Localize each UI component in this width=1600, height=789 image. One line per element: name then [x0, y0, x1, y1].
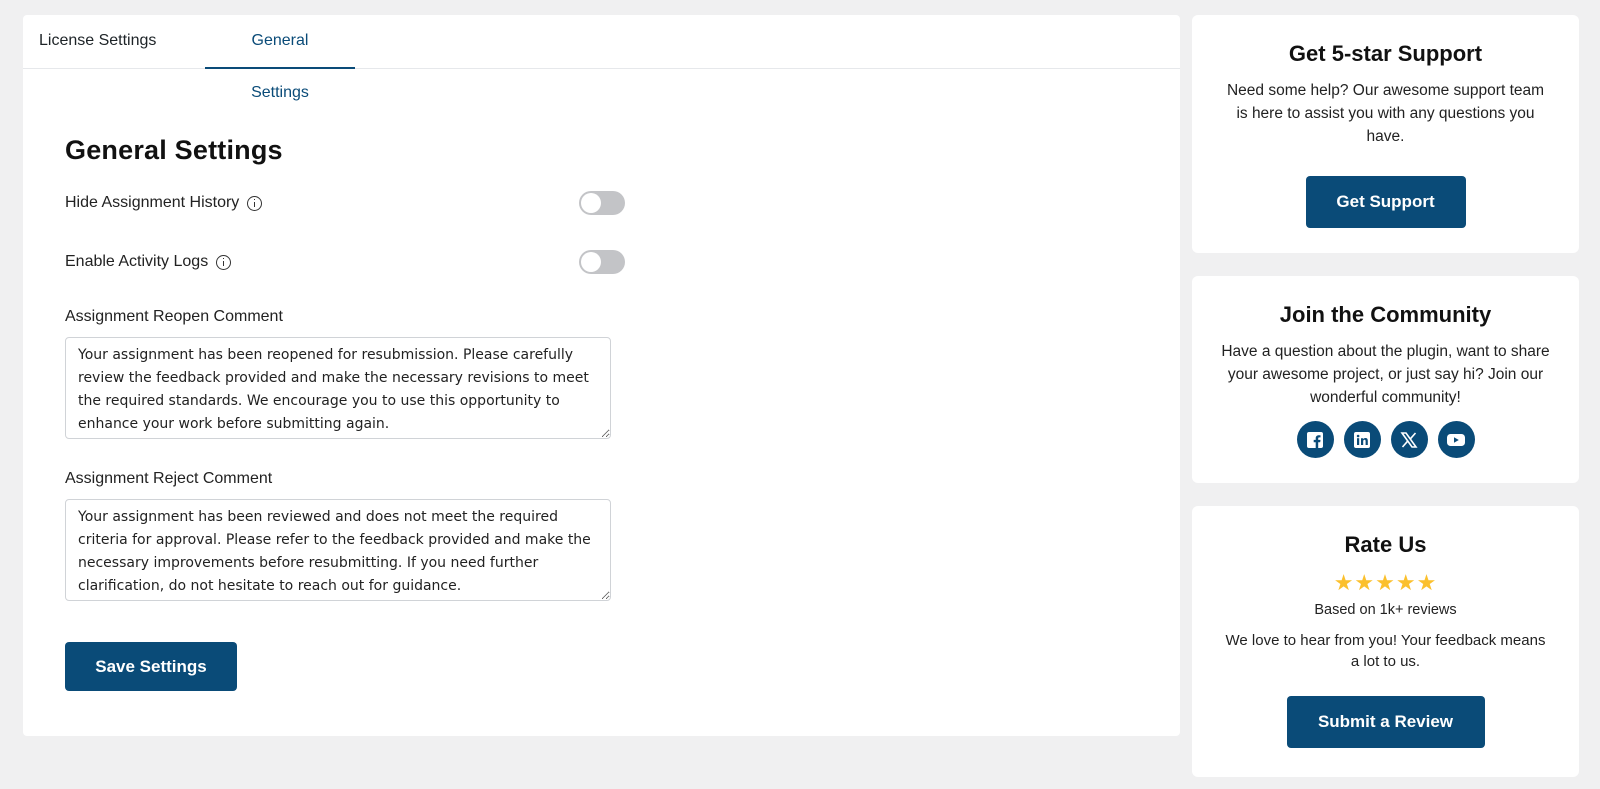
facebook-icon[interactable] [1296, 421, 1334, 458]
review-count: Based on 1k+ reviews [1314, 602, 1457, 618]
hide-history-toggle[interactable] [579, 191, 625, 215]
activity-logs-toggle[interactable] [579, 250, 625, 274]
rate-us-card: Rate Us ★★★★★ Based on 1k+ reviews We lo… [1192, 506, 1579, 777]
settings-panel: License Settings General Settings Genera… [23, 15, 1180, 736]
x-icon[interactable] [1390, 421, 1428, 458]
hide-history-text: Hide Assignment History [65, 194, 240, 211]
linkedin-icon[interactable] [1343, 421, 1381, 458]
hide-history-label: Hide Assignment History [65, 194, 263, 212]
reject-comment-textarea[interactable]: Your assignment has been reviewed and do… [65, 499, 611, 601]
activity-logs-label: Enable Activity Logs [65, 253, 232, 271]
tab-general-settings[interactable]: General Settings [205, 15, 355, 101]
tab-bar: License Settings General Settings [23, 15, 1180, 101]
rate-text: We love to hear from you! Your feedback … [1225, 632, 1546, 670]
hide-history-row: Hide Assignment History [65, 190, 625, 216]
community-card: Join the Community Have a question about… [1192, 276, 1579, 483]
support-card: Get 5-star Support Need some help? Our a… [1192, 15, 1579, 253]
star-rating: ★★★★★ [1333, 570, 1438, 595]
save-settings-button[interactable]: Save Settings [65, 642, 237, 691]
support-text: Need some help? Our awesome support team… [1226, 82, 1545, 145]
page-title: General Settings [65, 135, 283, 165]
get-support-button[interactable]: Get Support [1305, 176, 1466, 228]
general-settings-form: General Settings Hide Assignment History… [65, 135, 625, 691]
community-text: Have a question about the plugin, want t… [1221, 343, 1550, 406]
info-icon[interactable] [247, 195, 263, 211]
rate-title: Rate Us [1344, 532, 1427, 557]
youtube-icon[interactable] [1437, 421, 1475, 458]
social-links [1220, 421, 1551, 458]
toggle-knob [581, 193, 601, 213]
reject-comment-label: Assignment Reject Comment [65, 470, 273, 487]
activity-logs-row: Enable Activity Logs [65, 249, 625, 275]
activity-logs-text: Enable Activity Logs [65, 253, 209, 270]
support-title: Get 5-star Support [1288, 41, 1483, 66]
reopen-comment-label: Assignment Reopen Comment [65, 308, 283, 325]
tab-license-settings[interactable]: License Settings [23, 15, 172, 69]
reopen-comment-textarea[interactable]: Your assignment has been reopened for re… [65, 337, 611, 439]
community-title: Join the Community [1279, 302, 1492, 327]
submit-review-button[interactable]: Submit a Review [1286, 696, 1485, 748]
info-icon[interactable] [216, 254, 232, 270]
toggle-knob [581, 252, 601, 272]
